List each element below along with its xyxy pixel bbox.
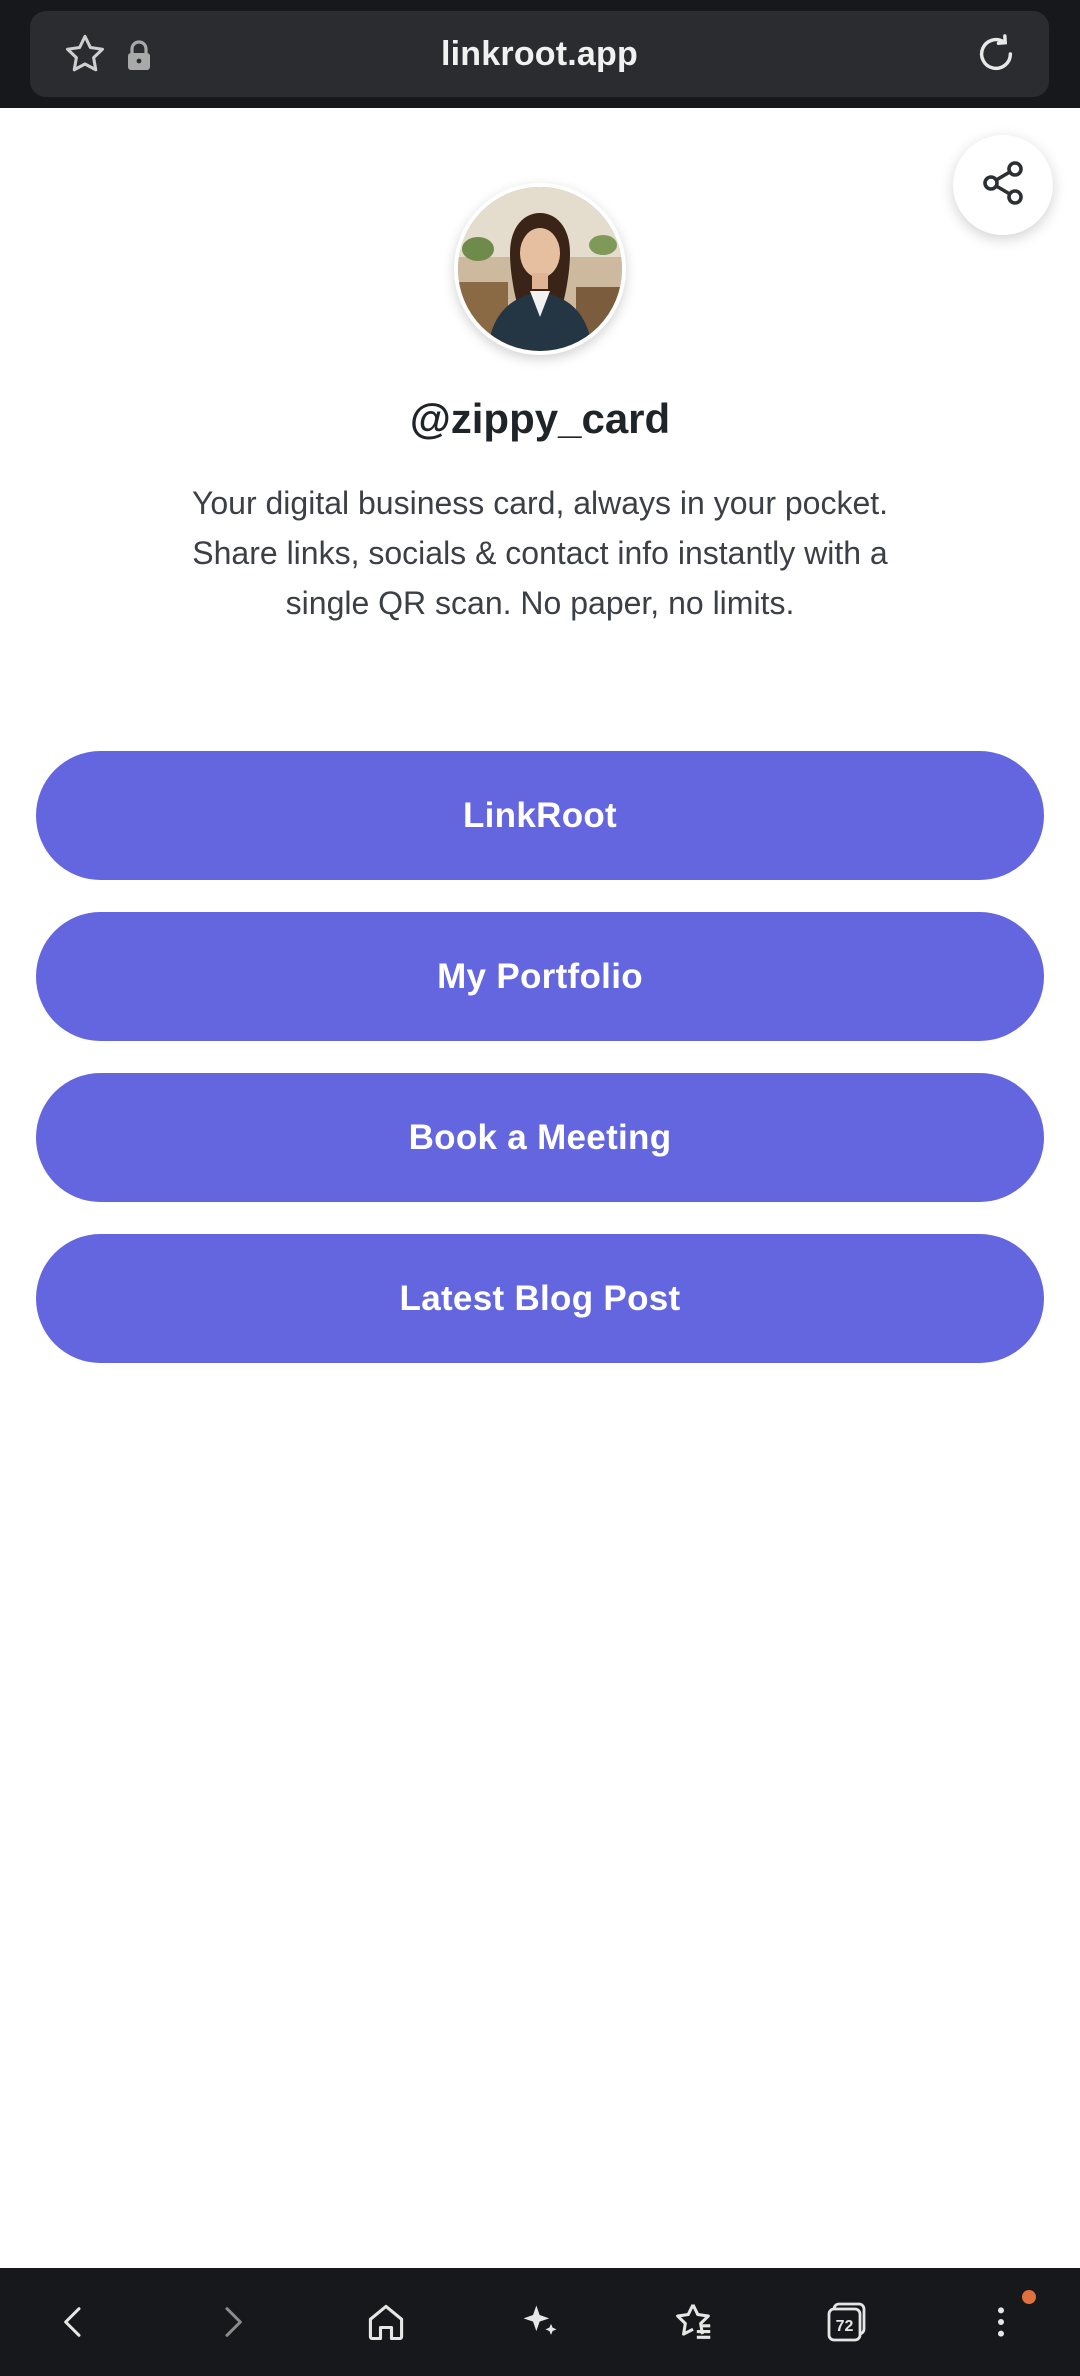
profile-bio: Your digital business card, always in yo…	[191, 485, 889, 621]
tabs-count: 72	[836, 2318, 854, 2335]
forward-icon[interactable]	[205, 2295, 259, 2349]
reload-icon[interactable]	[973, 31, 1019, 77]
browser-bottom-bar: 72	[0, 2268, 1080, 2376]
link-button-linkroot[interactable]: LinkRoot	[36, 751, 1044, 880]
sparkle-icon[interactable]	[513, 2295, 567, 2349]
avatar-photo	[458, 187, 622, 351]
profile-username: @zippy_card	[409, 395, 671, 442]
browser-top-bar: linkroot.app	[0, 0, 1080, 108]
avatar	[454, 183, 626, 355]
home-icon[interactable]	[359, 2295, 413, 2349]
menu-icon[interactable]	[974, 2295, 1028, 2349]
link-button-book-meeting[interactable]: Book a Meeting	[36, 1073, 1044, 1202]
link-button-blog-post[interactable]: Latest Blog Post	[36, 1234, 1044, 1363]
address-bar[interactable]: linkroot.app	[30, 11, 1049, 97]
menu-notification-dot	[1022, 2290, 1036, 2304]
tabs-icon[interactable]: 72	[820, 2295, 874, 2349]
url-text[interactable]: linkroot.app	[30, 11, 1049, 97]
back-icon[interactable]	[47, 2295, 101, 2349]
share-button[interactable]	[953, 135, 1053, 235]
link-button-portfolio[interactable]: My Portfolio	[36, 912, 1044, 1041]
bookmarks-icon[interactable]	[666, 2295, 720, 2349]
link-list: LinkRoot My Portfolio Book a Meeting Lat…	[36, 751, 1044, 1395]
share-icon	[979, 159, 1027, 212]
